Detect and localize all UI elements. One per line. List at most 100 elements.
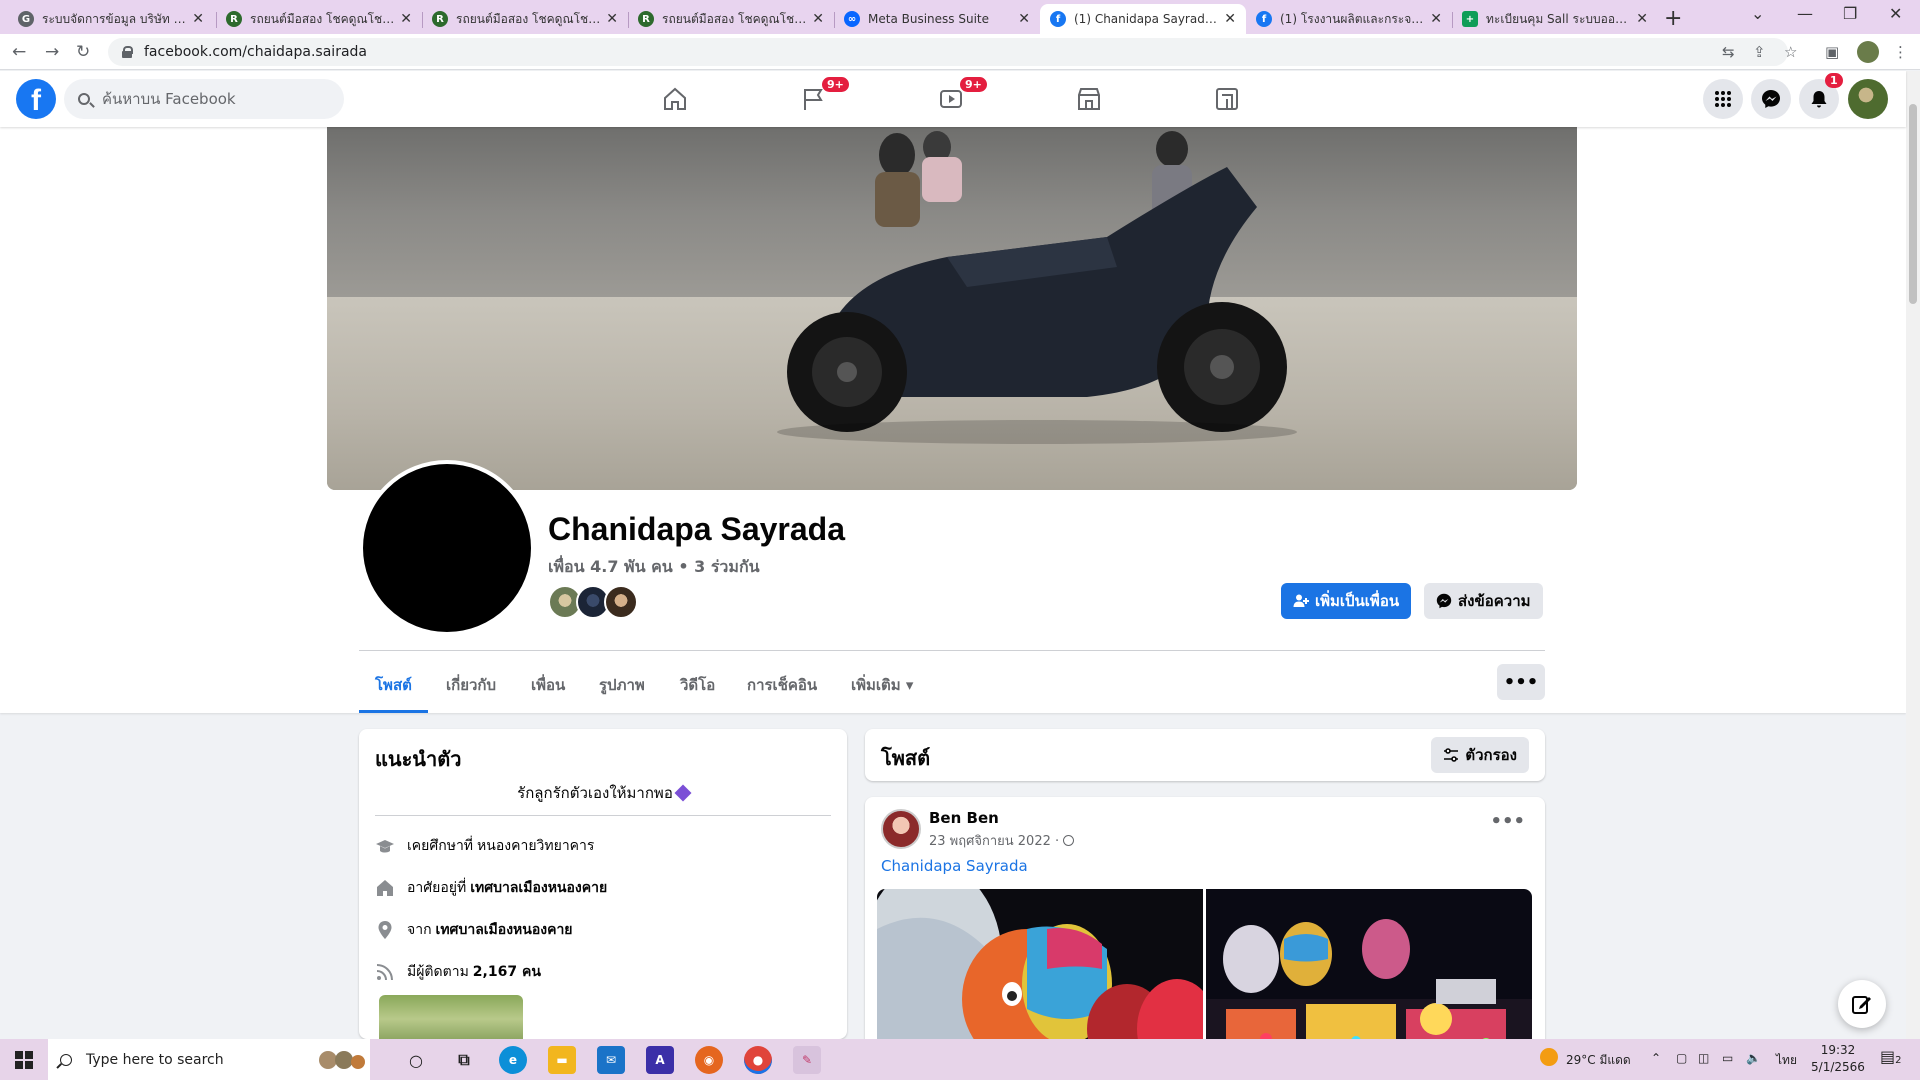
browser-tab[interactable]: ∞ Meta Business Suite ✕	[834, 4, 1040, 34]
weather-text[interactable]: 29°C มีแดด	[1566, 1051, 1631, 1070]
post-author-name[interactable]: Ben Ben	[929, 809, 999, 827]
address-bar[interactable]: facebook.com/chaidapa.sairada	[108, 38, 1788, 66]
close-tab-icon[interactable]: ✕	[1018, 11, 1030, 27]
forward-icon[interactable]: →	[45, 42, 59, 62]
browser-tab[interactable]: R รถยนต์มือสอง โชคดูณโชค อุดร ✕	[422, 4, 628, 34]
bookmark-star-icon[interactable]: ☆	[1784, 43, 1797, 61]
gaming-nav-icon[interactable]	[1172, 75, 1282, 123]
chrome-icon[interactable]: ●	[744, 1046, 772, 1074]
back-icon[interactable]: ←	[12, 42, 26, 62]
action-center-icon[interactable]: ▤2	[1880, 1047, 1902, 1066]
home-nav-icon[interactable]	[620, 75, 730, 123]
file-explorer-icon[interactable]: ▬	[548, 1046, 576, 1074]
flag-badge: 9+	[822, 77, 849, 92]
friends-count[interactable]: เพื่อน 4.7 พัน คน • 3 ร่วมกัน	[548, 555, 760, 580]
marketplace-nav-icon[interactable]	[1034, 75, 1144, 123]
scrollbar-thumb[interactable]	[1909, 104, 1917, 304]
post-photo-balloons[interactable]	[877, 889, 1203, 1057]
search-icon	[78, 93, 90, 105]
close-tab-icon[interactable]: ✕	[1224, 11, 1236, 27]
notifications-bell-icon[interactable]: 1	[1799, 73, 1843, 119]
post-tagged-person[interactable]: Chanidapa Sayrada	[881, 857, 1028, 875]
tab-more[interactable]: เพิ่มเติม ▾	[851, 667, 913, 713]
tab-favicon-icon: R	[638, 11, 654, 27]
profile-picture[interactable]	[359, 460, 535, 636]
input-language[interactable]: ไทย	[1776, 1051, 1797, 1070]
menu-grid-icon[interactable]	[1703, 79, 1743, 119]
network-icon[interactable]: ▭	[1722, 1051, 1733, 1065]
tray-app-icon[interactable]: ▢	[1676, 1051, 1687, 1065]
filter-label: ตัวกรอง	[1465, 746, 1517, 764]
taskbar-search-input[interactable]: Type here to search	[48, 1039, 370, 1080]
post-options-icon[interactable]: •••	[1490, 811, 1525, 832]
close-tab-icon[interactable]: ✕	[192, 11, 204, 27]
translate-icon[interactable]: ⇆	[1722, 43, 1735, 61]
browser-tab[interactable]: R รถยนต์มือสอง โชคดูณโชค อุดร ✕	[216, 4, 422, 34]
tab-photos[interactable]: รูปภาพ	[599, 667, 645, 713]
close-window-icon[interactable]: ✕	[1889, 4, 1902, 23]
mail-icon[interactable]: ✉	[597, 1046, 625, 1074]
tray-security-icon[interactable]: ◫	[1698, 1051, 1709, 1065]
restore-icon[interactable]: ❐	[1843, 4, 1857, 23]
tab-videos[interactable]: วิดีโอ	[680, 667, 715, 713]
messenger-icon[interactable]	[1751, 79, 1791, 119]
firefox-icon[interactable]: ◉	[695, 1046, 723, 1074]
cortana-icon[interactable]: ○	[402, 1046, 430, 1074]
post-photo-night-festival[interactable]	[1206, 889, 1532, 1057]
tab-checkins[interactable]: การเช็คอิน	[747, 667, 817, 713]
windows-start-icon[interactable]	[0, 1039, 48, 1080]
close-tab-icon[interactable]: ✕	[400, 11, 412, 27]
featured-photo-thumbnail[interactable]	[379, 995, 523, 1039]
tab-friends[interactable]: เพื่อน	[531, 667, 565, 713]
task-view-icon[interactable]: ⧉	[450, 1046, 478, 1074]
close-tab-icon[interactable]: ✕	[1430, 11, 1442, 27]
pages-flag-nav-icon[interactable]: 9+	[758, 75, 868, 123]
browser-menu-icon[interactable]: ⋮	[1893, 43, 1908, 61]
browser-tab[interactable]: G ระบบจัดการข้อมูล บริษัท โชคดูณ ✕	[8, 4, 214, 34]
filter-sliders-icon	[1444, 748, 1459, 762]
tray-chevron-icon[interactable]: ⌃	[1651, 1051, 1661, 1065]
filter-button[interactable]: ตัวกรอง	[1431, 737, 1529, 773]
close-tab-icon[interactable]: ✕	[1636, 11, 1648, 27]
add-friend-button[interactable]: เพิ่มเป็นเพื่อน	[1281, 583, 1412, 619]
sheets-favicon-icon: +	[1462, 11, 1478, 27]
paint-app-icon[interactable]: ✎	[793, 1046, 821, 1074]
location-pin-icon	[375, 920, 395, 940]
post-author-avatar[interactable]	[881, 809, 921, 849]
edge-browser-icon[interactable]: e	[499, 1046, 527, 1074]
rss-feed-icon	[375, 962, 395, 982]
browser-tab[interactable]: f (1) โรงงานผลิตและกระจายรถยน ✕	[1246, 4, 1452, 34]
account-avatar[interactable]	[1848, 79, 1888, 119]
profile-more-options-button[interactable]: •••	[1497, 664, 1545, 700]
browser-tab[interactable]: + ทะเบียนคุม Sall ระบบออนไลน์ A ✕	[1452, 4, 1658, 34]
side-panel-icon[interactable]: ▣	[1825, 43, 1839, 61]
send-message-button[interactable]: ส่งข้อความ	[1424, 583, 1543, 619]
watch-nav-icon[interactable]: 9+	[896, 75, 1006, 123]
new-tab-icon[interactable]: +	[1664, 6, 1682, 31]
close-tab-icon[interactable]: ✕	[812, 11, 824, 27]
new-message-compose-button[interactable]	[1838, 980, 1886, 1028]
post-timestamp[interactable]: 23 พฤศจิกายน 2022 ·	[929, 830, 1075, 851]
mutual-friend-avatar[interactable]	[604, 585, 638, 619]
weather-sun-icon[interactable]	[1540, 1048, 1558, 1069]
share-icon[interactable]: ⇪	[1753, 43, 1766, 61]
minimize-icon[interactable]: —	[1797, 4, 1813, 23]
browser-tab[interactable]: R รถยนต์มือสอง โชคดูณโชค อุดร ✕	[628, 4, 834, 34]
taskbar-clock[interactable]: 19:32 5/1/2566	[1808, 1042, 1868, 1076]
facebook-logo-icon[interactable]: f	[16, 79, 56, 119]
reload-icon[interactable]: ↻	[76, 42, 90, 62]
tab-search-chevron-icon[interactable]: ⌄	[1751, 4, 1764, 23]
facebook-search-input[interactable]: ค้นหาบน Facebook	[64, 79, 344, 119]
volume-icon[interactable]: 🔈	[1746, 1051, 1761, 1065]
intro-from: จาก เทศบาลเมืองหนองคาย	[375, 919, 573, 941]
cover-photo[interactable]	[327, 127, 1577, 490]
browser-profile-avatar[interactable]	[1857, 41, 1879, 63]
tab-about[interactable]: เกี่ยวกับ	[446, 667, 496, 713]
meta-favicon-icon: ∞	[844, 11, 860, 27]
close-tab-icon[interactable]: ✕	[606, 11, 618, 27]
visual-studio-icon[interactable]: A	[646, 1046, 674, 1074]
tab-posts[interactable]: โพสต์	[359, 667, 428, 713]
browser-tab-active[interactable]: f (1) Chanidapa Sayrada | Fa ✕	[1040, 4, 1246, 34]
add-friend-icon	[1293, 594, 1309, 607]
intro-followers: มีผู้ติดตาม 2,167 คน	[375, 961, 541, 983]
